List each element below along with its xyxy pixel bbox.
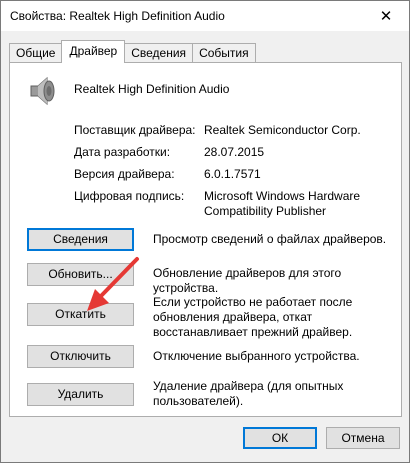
- update-driver-button[interactable]: Обновить...: [27, 263, 134, 286]
- update-driver-description: Обновление драйверов для этого устройств…: [153, 266, 342, 295]
- disable-device-description: Отключение выбранного устройства.: [153, 349, 360, 363]
- version-label: Версия драйвера:: [74, 167, 175, 181]
- uninstall-driver-description: Удаление драйвера (для опытных пользоват…: [153, 379, 344, 408]
- version-value: 6.0.1.7571: [204, 167, 261, 181]
- tab-driver[interactable]: Драйвер: [61, 40, 126, 63]
- provider-label: Поставщик драйвера:: [74, 123, 196, 137]
- speaker-icon: [30, 76, 55, 106]
- properties-dialog: Свойства: Realtek High Definition Audio …: [0, 0, 410, 463]
- cancel-button[interactable]: Отмена: [326, 427, 400, 449]
- ok-button[interactable]: ОК: [243, 427, 317, 449]
- date-value: 28.07.2015: [204, 145, 265, 159]
- close-button[interactable]: ✕: [363, 1, 409, 31]
- device-name: Realtek High Definition Audio: [74, 82, 230, 96]
- rollback-driver-button[interactable]: Откатить: [27, 303, 134, 326]
- tab-events[interactable]: События: [192, 43, 256, 63]
- signature-label: Цифровая подпись:: [74, 189, 185, 203]
- signature-value: Microsoft Windows Hardware Compatibility…: [204, 189, 361, 218]
- driver-details-button[interactable]: Сведения: [27, 228, 134, 251]
- uninstall-driver-button[interactable]: Удалить: [27, 383, 134, 406]
- tab-details[interactable]: Сведения: [124, 43, 194, 63]
- disable-device-button[interactable]: Отключить: [27, 345, 134, 368]
- window-title: Свойства: Realtek High Definition Audio: [10, 9, 225, 23]
- tab-strip: Общие Драйвер Сведения События: [9, 40, 256, 63]
- tab-general[interactable]: Общие: [9, 43, 63, 63]
- rollback-driver-description: Если устройство не работает после обновл…: [153, 295, 353, 339]
- provider-value: Realtek Semiconductor Corp.: [204, 123, 361, 137]
- date-label: Дата разработки:: [74, 145, 171, 159]
- driver-details-description: Просмотр сведений о файлах драйверов.: [153, 232, 387, 246]
- driver-tab-panel: Realtek High Definition Audio Поставщик …: [9, 62, 402, 417]
- title-bar[interactable]: Свойства: Realtek High Definition Audio …: [1, 1, 409, 31]
